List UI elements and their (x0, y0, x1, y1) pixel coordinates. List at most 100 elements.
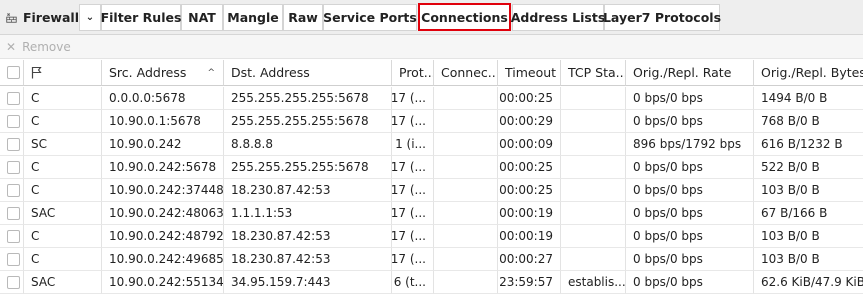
cell-protocol: 6 (t... (392, 271, 434, 294)
col-src-address[interactable]: Src. Address ^ (102, 60, 224, 86)
cell-tcp-state (561, 202, 626, 225)
tab-address-lists[interactable]: Address Lists (511, 4, 605, 31)
cell-orig-repl-rate: 0 bps/0 bps (626, 87, 754, 110)
cell-dst-address: 18.230.87.42:53 (224, 179, 392, 202)
col-orig-repl-rate[interactable]: Orig./Repl. Rate (626, 60, 754, 86)
cell-tcp-state (561, 110, 626, 133)
row-checkbox-cell[interactable] (0, 87, 24, 110)
cell-timeout: 00:00:09 (498, 133, 561, 156)
cell-orig-repl-rate: 0 bps/0 bps (626, 202, 754, 225)
remove-button[interactable]: Remove (22, 40, 71, 54)
row-checkbox[interactable] (7, 275, 20, 289)
cell-flags: C (24, 225, 102, 248)
col-timeout[interactable]: Timeout (498, 60, 561, 86)
cell-tcp-state (561, 156, 626, 179)
col-tcp-state[interactable]: TCP Sta... (561, 60, 626, 86)
col-protocol[interactable]: Prot... (392, 60, 434, 86)
cell-tcp-state (561, 225, 626, 248)
col-orig-repl-bytes[interactable]: Orig./Repl. Bytes (754, 60, 863, 86)
row-checkbox-cell[interactable] (0, 110, 24, 133)
tab-bar: Firewall ⌄ Filter Rules NAT Mangle Raw S… (0, 0, 863, 35)
row-checkbox[interactable] (7, 91, 20, 105)
x-icon: ✕ (6, 39, 17, 54)
cell-orig-repl-bytes: 67 B/166 B (754, 202, 863, 225)
row-checkbox[interactable] (7, 114, 20, 128)
cell-flags: SAC (24, 271, 102, 294)
cell-connection (434, 179, 498, 202)
cell-orig-repl-bytes: 103 B/0 B (754, 225, 863, 248)
select-all-header[interactable] (0, 60, 24, 86)
cell-flags: C (24, 87, 102, 110)
cell-src-address: 10.90.0.242:5678 (102, 156, 224, 179)
cell-tcp-state (561, 179, 626, 202)
cell-flags: SC (24, 133, 102, 156)
row-checkbox-cell[interactable] (0, 248, 24, 271)
tab-connections[interactable]: Connections (418, 3, 511, 31)
cell-orig-repl-bytes: 522 B/0 B (754, 156, 863, 179)
cell-flags: C (24, 110, 102, 133)
select-all-checkbox[interactable] (7, 66, 20, 79)
row-checkbox-cell[interactable] (0, 156, 24, 179)
row-checkbox-cell[interactable] (0, 271, 24, 294)
toolbar: ✕ Remove (0, 35, 863, 59)
row-checkbox[interactable] (7, 252, 20, 266)
col-dst-address[interactable]: Dst. Address (224, 60, 392, 86)
cell-timeout: 00:00:27 (498, 248, 561, 271)
cell-timeout: 00:00:25 (498, 179, 561, 202)
row-checkbox[interactable] (7, 160, 20, 174)
cell-timeout: 00:00:19 (498, 202, 561, 225)
cell-timeout: 00:00:29 (498, 110, 561, 133)
cell-src-address: 10.90.0.242 (102, 133, 224, 156)
tab-raw[interactable]: Raw (283, 4, 323, 31)
firewall-header[interactable]: Firewall (0, 0, 79, 35)
cell-protocol: 17 (... (392, 248, 434, 271)
cell-connection (434, 271, 498, 294)
row-checkbox-cell[interactable] (0, 225, 24, 248)
tab-mangle[interactable]: Mangle (223, 4, 283, 31)
tab-menu-dropdown[interactable]: ⌄ (79, 4, 101, 31)
row-checkbox[interactable] (7, 229, 20, 243)
col-connection[interactable]: Connec... (434, 60, 498, 86)
cell-orig-repl-bytes: 768 B/0 B (754, 110, 863, 133)
tab-layer7-protocols[interactable]: Layer7 Protocols (603, 4, 721, 31)
cell-dst-address: 34.95.159.7:443 (224, 271, 392, 294)
tab-filter-rules[interactable]: Filter Rules (101, 4, 181, 31)
cell-orig-repl-bytes: 103 B/0 B (754, 179, 863, 202)
cell-tcp-state (561, 133, 626, 156)
cell-dst-address: 1.1.1.1:53 (224, 202, 392, 225)
row-checkbox-cell[interactable] (0, 133, 24, 156)
tab-service-ports[interactable]: Service Ports (323, 4, 417, 31)
cell-orig-repl-rate: 0 bps/0 bps (626, 179, 754, 202)
cell-src-address: 10.90.0.1:5678 (102, 110, 224, 133)
cell-src-address: 10.90.0.242:37448 (102, 179, 224, 202)
cell-timeout: 00:00:25 (498, 156, 561, 179)
cell-tcp-state (561, 87, 626, 110)
cell-dst-address: 8.8.8.8 (224, 133, 392, 156)
row-checkbox[interactable] (7, 206, 20, 220)
flag-column-header[interactable] (24, 60, 102, 86)
cell-protocol: 17 (... (392, 225, 434, 248)
cell-connection (434, 248, 498, 271)
cell-orig-repl-bytes: 103 B/0 B (754, 248, 863, 271)
sort-up-icon: ^ (207, 67, 215, 78)
tab-nat[interactable]: NAT (181, 4, 223, 31)
cell-connection (434, 225, 498, 248)
cell-src-address: 10.90.0.242:48792 (102, 225, 224, 248)
cell-connection (434, 202, 498, 225)
cell-connection (434, 156, 498, 179)
cell-connection (434, 133, 498, 156)
row-checkbox-cell[interactable] (0, 202, 24, 225)
cell-dst-address: 255.255.255.255:5678 (224, 87, 392, 110)
cell-src-address: 0.0.0.0:5678 (102, 87, 224, 110)
cell-timeout: 23:59:57 (498, 271, 561, 294)
cell-tcp-state: establis... (561, 271, 626, 294)
cell-tcp-state (561, 248, 626, 271)
row-checkbox-cell[interactable] (0, 179, 24, 202)
row-checkbox[interactable] (7, 137, 20, 151)
cell-orig-repl-bytes: 616 B/1232 B (754, 133, 863, 156)
cell-orig-repl-bytes: 62.6 KiB/47.9 KiB (754, 271, 863, 294)
firewall-icon (6, 13, 17, 23)
row-checkbox[interactable] (7, 183, 20, 197)
cell-protocol: 1 (i... (392, 133, 434, 156)
cell-dst-address: 255.255.255.255:5678 (224, 156, 392, 179)
